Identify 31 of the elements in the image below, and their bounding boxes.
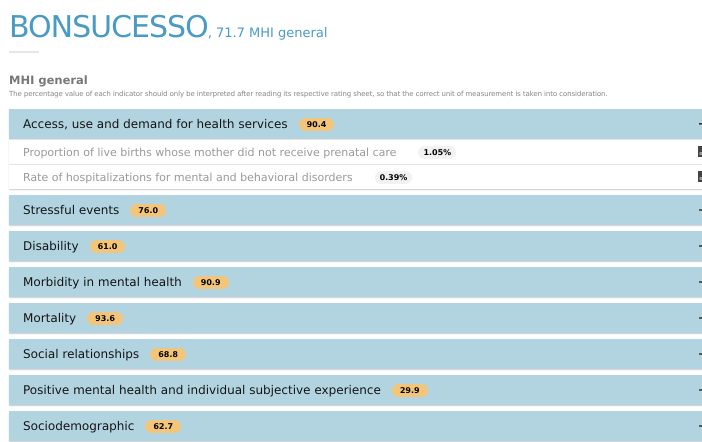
indicator-name: Proportion of live births whose mother did not receive prenatal care	[23, 146, 396, 158]
group-name: Access, use and demand for health services	[23, 117, 288, 131]
general-score: , 71.7 MHI general	[208, 26, 328, 41]
group-name: Social relationships	[23, 347, 140, 361]
score-badge: 68.8	[150, 348, 186, 360]
score-badge: 61.0	[90, 240, 126, 252]
score-badge: 62.7	[145, 420, 182, 432]
group-header[interactable]: Sociodemographic 62.7	[9, 411, 702, 441]
score-badge: 29.9	[392, 384, 428, 396]
group-name: Disability	[23, 239, 79, 253]
page-title: BONSUCESSO	[9, 10, 208, 45]
score-badge: 90.4	[298, 118, 334, 130]
group-header[interactable]: Mortality 93.6	[9, 303, 702, 333]
score-badge: 76.0	[130, 204, 166, 216]
indicator-value: 0.39%	[374, 170, 412, 184]
group-header[interactable]: Stressful events 76.0	[9, 195, 702, 225]
indicator-value: 1.05%	[418, 146, 456, 158]
score-badge: 90.9	[192, 276, 229, 288]
indicator-name: Rate of hospitalizations for mental and behavioral disorders	[23, 170, 353, 184]
section-title: MHI general	[9, 73, 89, 87]
group-name: Morbidity in mental health	[23, 275, 182, 289]
group-name: Mortality	[23, 311, 76, 325]
group-header[interactable]: Social relationships 68.8	[9, 339, 702, 369]
group-header[interactable]: Disability 61.0	[9, 231, 702, 261]
score-badge: 93.6	[87, 312, 123, 324]
group-name: Positive mental health and individual subjective experience	[23, 383, 381, 397]
group-header[interactable]: Access, use and demand for health services 90.4	[9, 109, 702, 139]
group-header[interactable]: Morbidity in mental health 90.9	[9, 267, 702, 297]
group-name: Sociodemographic	[23, 419, 134, 433]
group-header[interactable]: Positive mental health and individual subjective experience 29.9	[9, 375, 702, 405]
group-name: Stressful events	[23, 203, 120, 217]
